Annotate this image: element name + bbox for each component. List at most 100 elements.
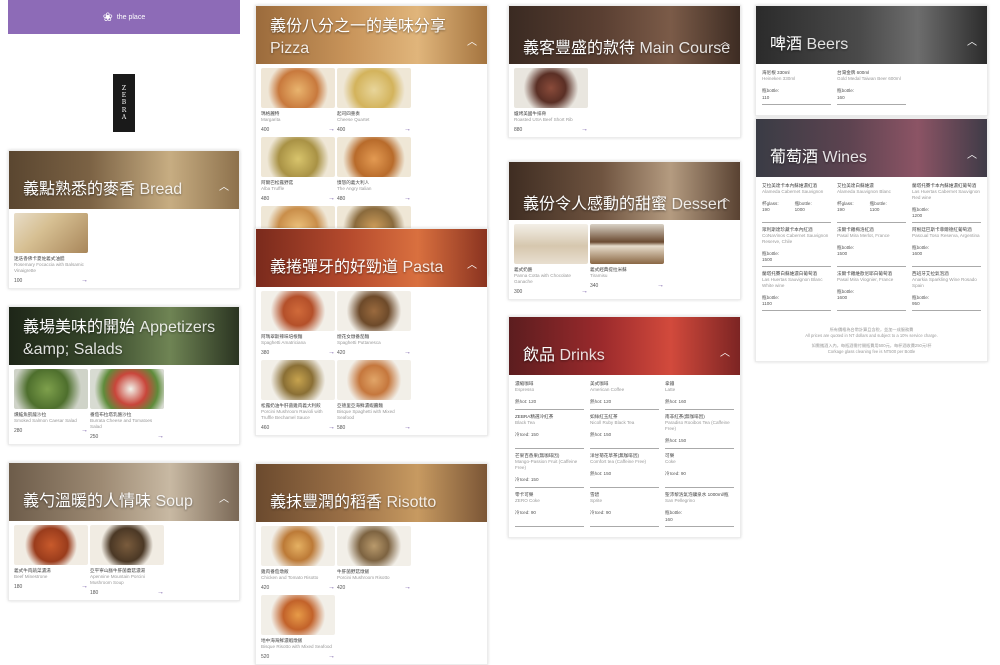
dish-item: 煙花女燉番茄麵 Spaghetti Puttanesca 420 → <box>337 291 411 356</box>
drink-item: 拿鐵 Latte 熱hot: 160 <box>665 381 734 410</box>
main-course-banner[interactable]: 義客豐盛的款待 Main Course ︿ <box>509 6 740 64</box>
arrow-right-icon[interactable]: → <box>328 424 335 431</box>
risotto-banner[interactable]: 義抹豐潤的稻香 Risotto <box>256 464 487 522</box>
chevron-up-icon[interactable]: ︿ <box>219 490 229 505</box>
dish-item: 起司四重奏 Cheese Quartet 400 → <box>337 68 411 133</box>
dish-photo <box>90 369 164 409</box>
arrow-right-icon[interactable]: → <box>328 195 335 202</box>
dish-item: 阿爾巴松露野菇 Alba Truffle 480 → <box>261 137 335 202</box>
chevron-up-icon[interactable]: ︿ <box>967 33 977 48</box>
wine-item: 法爾卡羅梅洛紅酒 Pasal Mira Merlot, France 瓶bottle… <box>837 227 906 267</box>
wine-item: 蘭塔托賽卡本內蘇維濃紅葡萄酒 Las Huertas Cabernet Sauvi… <box>912 183 981 223</box>
arrow-right-icon[interactable]: → <box>157 433 164 440</box>
wine-item: 西班牙艾拉氣泡酒 Anarkia Sparkling Wine Rosado Sp… <box>912 271 981 311</box>
dish-photo <box>590 224 664 264</box>
drink-item: 濃縮咖啡 Espresso 熱hot: 120 <box>515 381 584 410</box>
bread-banner[interactable]: 義點熟悉的麥香 Bread ︿ <box>9 151 239 209</box>
arrow-right-icon[interactable]: → <box>404 584 411 591</box>
section-title: 飲品 Drinks <box>523 347 605 364</box>
arrow-right-icon[interactable]: → <box>81 277 88 284</box>
arrow-right-icon[interactable]: → <box>404 424 411 431</box>
pizza-banner[interactable]: 義份八分之一的美味分享 Pizza ︿ <box>256 6 487 64</box>
section-main-course: 義客豐盛的款待 Main Course ︿ 爐烤美國牛排骨 Roasted US… <box>508 5 741 138</box>
dish-item: 雞肉番茄燉飯 Chicken and Tomato Risotto 420 → <box>261 526 335 591</box>
drink-item: 可樂 Coke 冷Iced: 90 <box>665 453 734 488</box>
arrow-right-icon[interactable]: → <box>581 288 588 295</box>
arrow-right-icon[interactable]: → <box>328 349 335 356</box>
chevron-up-icon[interactable]: ︿ <box>720 189 730 204</box>
dish-item: 松露奶油牛肝菌雞肉義大利餃 Porcini Mushroom Ravioli wi… <box>261 360 335 431</box>
wine-item: 蘭塔托賽白蘇維濃白葡萄酒 Las Huertas Sauvignon Blanc … <box>762 271 831 311</box>
section-title: 義捲彈牙的好勁道 Pasta <box>270 259 444 276</box>
wine-item: 阿根廷巴斯卡菲爾德紅葡萄酒 Pascual Toso Reserva, Argen… <box>912 227 981 267</box>
beer-item: 台灣金牌 600ml Gold Medal Taiwan Beer 600ml … <box>837 70 906 105</box>
column-4: 啤酒 Beers ︿ 海尼根 330ml Heineken 330ml 瓶bot… <box>755 0 988 613</box>
chevron-up-icon[interactable]: ︿ <box>219 178 229 193</box>
dish-item: 阿瑪翠斯辣味培根麵 Spaghetti Amatriciana 380 → <box>261 291 335 356</box>
drink-item: 芒果百香果(無咖啡因) Mango-Passion Fruit (Caffeine… <box>515 453 584 488</box>
wine-item: 眾利斯達珍藏卡本內紅酒 CoNaVinos Cabernet Sauvignon … <box>762 227 831 267</box>
drink-item: 南非紅茶(無咖啡因) Paradiso Rooibos Tea (Caffeine… <box>665 414 734 449</box>
chevron-up-icon[interactable]: ︿ <box>967 146 977 161</box>
dish-item: 迷迭香佛卡夏佐義式油醋 Rosemary Focaccia with Balsa… <box>14 213 88 284</box>
drink-item: 聖沛黎洛氣泡礦泉水 1000ml/瓶 San Pellegrino 瓶bottle:… <box>665 492 734 527</box>
arrow-right-icon[interactable]: → <box>404 349 411 356</box>
section-title: 義抹豐潤的稻香 Risotto <box>270 494 437 511</box>
column-2: 義份八分之一的美味分享 Pizza ︿ 瑪格麗特 Margarita 400 → 起司四… <box>255 0 488 665</box>
dish-item: 義式牛肉蔬菜濃湯 Beef Minestrone 180 → <box>14 525 88 596</box>
soup-banner[interactable]: 義勺溫暖的人情味 Soup ︿ <box>9 463 239 521</box>
arrow-right-icon[interactable]: → <box>581 126 588 133</box>
section-appetizers: 義場美味的開始 Appetizers &amp; Salads 燻鮭魚凱薩沙拉 … <box>8 306 240 445</box>
dish-item: 義式奶酪 Panna Cotta with Chocolate Ganache … <box>514 224 588 295</box>
wine-item: 艾拉美達白蘇維濃 Alameda Sauvignon Blanc 杯glass: 19… <box>837 183 906 223</box>
drink-item: 洋甘菊花草茶(無咖啡因) Comfort tea (Caffeine Free) 熱… <box>590 453 659 488</box>
section-title: 義勺溫暖的人情味 Soup <box>23 493 193 510</box>
dish-photo <box>337 291 411 331</box>
dish-item: 瑪格麗特 Margarita 400 → <box>261 68 335 133</box>
arrow-right-icon[interactable]: → <box>157 589 164 596</box>
dish-photo <box>14 213 88 253</box>
dish-photo <box>514 224 588 264</box>
dish-photo <box>14 525 88 565</box>
dish-photo <box>261 291 335 331</box>
dish-photo <box>14 369 88 409</box>
arrow-right-icon[interactable]: → <box>81 427 88 434</box>
arrow-right-icon[interactable]: → <box>328 584 335 591</box>
arrow-right-icon[interactable]: → <box>81 583 88 590</box>
dish-photo <box>514 68 588 108</box>
appetizers-banner[interactable]: 義場美味的開始 Appetizers &amp; Salads <box>9 307 239 365</box>
section-title: 義份令人感動的甜蜜 Dessert <box>523 196 727 213</box>
section-beers: 啤酒 Beers ︿ 海尼根 330ml Heineken 330ml 瓶bot… <box>755 5 988 116</box>
dish-item: 憤怒的義大利人 The Angry Italian 480 → <box>337 137 411 202</box>
section-drinks: 飲品 Drinks ︿ 濃縮咖啡 Espresso 熱hot: 120 美式咖啡 Ame… <box>508 316 741 538</box>
pasta-banner[interactable]: 義捲彈牙的好勁道 Pasta ︿ <box>256 229 487 287</box>
section-dessert: 義份令人感動的甜蜜 Dessert ︿ 義式奶酪 Panna Cotta wit… <box>508 161 741 300</box>
chevron-up-icon[interactable]: ︿ <box>720 344 730 359</box>
arrow-right-icon[interactable]: → <box>404 195 411 202</box>
wine-note: 所有價格為台幣計算且含稅，並加一成服務費 All prices are quot… <box>805 327 938 354</box>
arrow-right-icon[interactable]: → <box>328 653 335 660</box>
chevron-up-icon[interactable]: ︿ <box>467 33 477 48</box>
beers-banner[interactable]: 啤酒 Beers ︿ <box>756 6 987 64</box>
dish-item: 牛肝菌野菇燉飯 Porcini Mushroom Risotto 420 → <box>337 526 411 591</box>
section-wines: 葡萄酒 Wines ︿ 艾拉美達卡本內蘇維濃紅酒 Alameda Cabernet… <box>755 118 988 362</box>
section-soup: 義勺溫暖的人情味 Soup ︿ 義式牛肉蔬菜濃湯 Beef Minestrone… <box>8 462 240 601</box>
dish-item: 燻鮭魚凱薩沙拉 Smoked Salmon Caesar Salad 280 → <box>14 369 88 440</box>
dessert-banner[interactable]: 義份令人感動的甜蜜 Dessert ︿ <box>509 162 740 220</box>
chevron-up-icon[interactable]: ︿ <box>720 33 730 48</box>
dish-photo <box>261 526 335 566</box>
arrow-right-icon[interactable]: → <box>657 282 664 289</box>
section-risotto: 義抹豐潤的稻香 Risotto 雞肉番茄燉飯 Chicken and Tomato… <box>255 463 488 665</box>
brand-header[interactable]: ❀ the place <box>8 0 240 34</box>
beer-item: 海尼根 330ml Heineken 330ml 瓶bottle: 110 <box>762 70 831 105</box>
section-bread: 義點熟悉的麥香 Bread ︿ 迷迭香佛卡夏佐義式油醋 Rosemary Foc… <box>8 150 240 289</box>
wines-banner[interactable]: 葡萄酒 Wines ︿ <box>756 119 987 177</box>
section-title: 義點熟悉的麥香 Bread <box>23 181 183 198</box>
drink-item: 零卡可樂 ZERO Coke 冷Iced: 90 <box>515 492 584 527</box>
chevron-up-icon[interactable]: ︿ <box>467 256 477 271</box>
arrow-right-icon[interactable]: → <box>328 126 335 133</box>
section-title: 啤酒 Beers <box>770 36 849 53</box>
drinks-banner[interactable]: 飲品 Drinks ︿ <box>509 317 740 375</box>
arrow-right-icon[interactable]: → <box>404 126 411 133</box>
zebra-logo: ZEBRA <box>113 74 135 132</box>
